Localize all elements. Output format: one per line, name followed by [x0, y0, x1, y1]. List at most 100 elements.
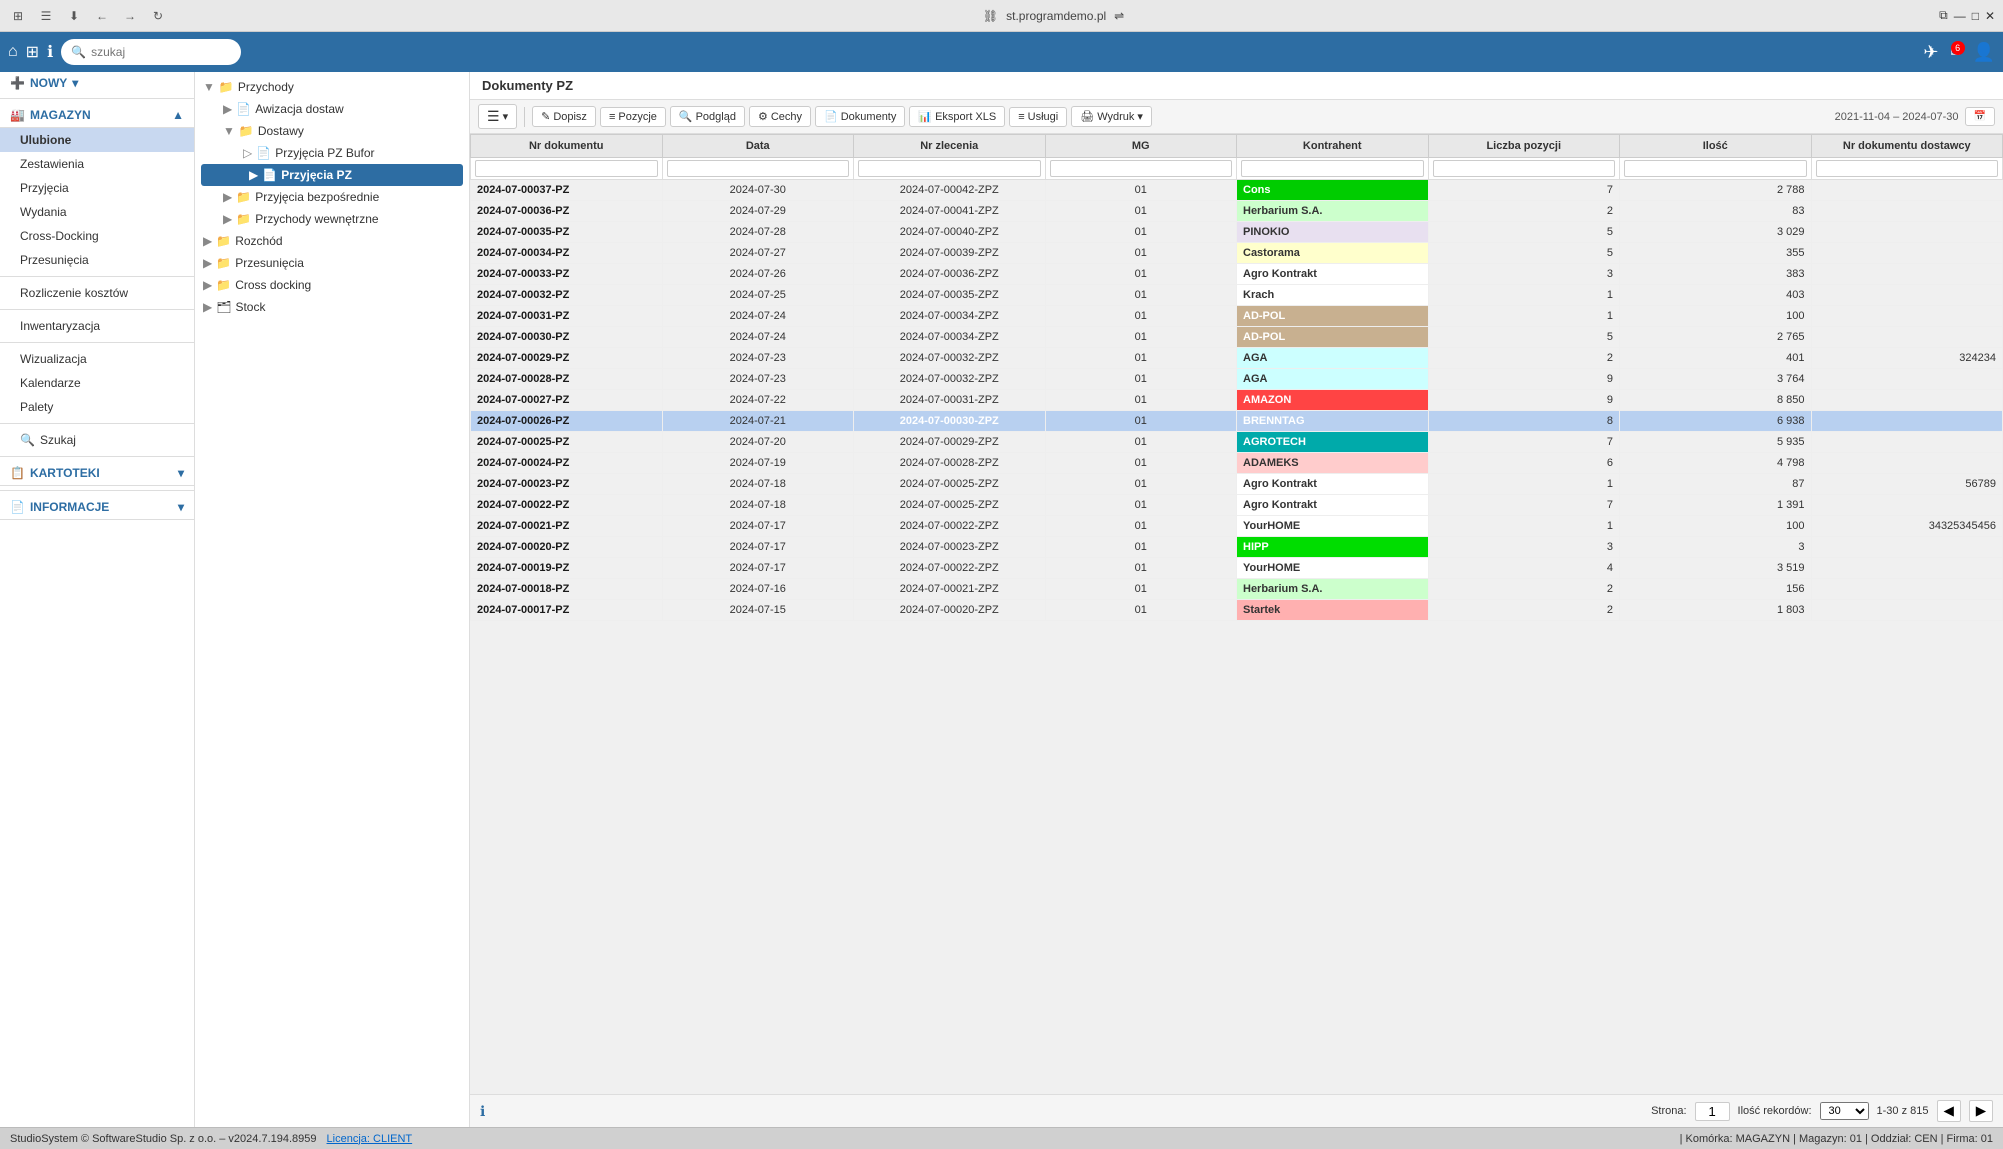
notification-icon[interactable]: ✉ 6 [1951, 45, 1961, 59]
page-number-input[interactable] [1695, 1102, 1730, 1121]
table-row[interactable]: 2024-07-00024-PZ 2024-07-19 2024-07-0002… [471, 453, 2003, 474]
sidebar-item-inwentaryzacja[interactable]: Inwentaryzacja [0, 314, 194, 338]
filter-nr-dokumentu[interactable] [471, 158, 663, 180]
prev-page-button[interactable]: ◀ [1937, 1100, 1961, 1122]
table-row[interactable]: 2024-07-00031-PZ 2024-07-24 2024-07-0003… [471, 306, 2003, 327]
filter-mg-input[interactable] [1050, 160, 1233, 177]
reload-icon[interactable]: ↻ [148, 6, 168, 26]
calendar-button[interactable]: 📅 [1965, 107, 1995, 126]
search-input[interactable] [91, 45, 231, 59]
plane-icon[interactable]: ✈ [1923, 42, 1938, 63]
sidebar-toggle-icon[interactable]: ☰ [36, 6, 56, 26]
filter-kontrahent[interactable] [1237, 158, 1429, 180]
filter-liczba[interactable] [1428, 158, 1620, 180]
sidebar-item-wizualizacja[interactable]: Wizualizacja [0, 347, 194, 371]
filter-mg[interactable] [1045, 158, 1237, 180]
table-row[interactable]: 2024-07-00019-PZ 2024-07-17 2024-07-0002… [471, 558, 2003, 579]
tree-pz-bufor[interactable]: ▷ 📄 Przyjęcia PZ Bufor [195, 142, 469, 164]
filter-liczba-input[interactable] [1433, 160, 1616, 177]
dopisz-button[interactable]: ✎ Dopisz [532, 106, 596, 127]
minimize-icon[interactable]: — [1954, 9, 1966, 23]
kartoteki-header[interactable]: 📋 KARTOTEKI ▾ [0, 461, 194, 486]
table-row[interactable]: 2024-07-00033-PZ 2024-07-26 2024-07-0003… [471, 264, 2003, 285]
table-row[interactable]: 2024-07-00022-PZ 2024-07-18 2024-07-0002… [471, 495, 2003, 516]
table-row[interactable]: 2024-07-00032-PZ 2024-07-25 2024-07-0003… [471, 285, 2003, 306]
maximize-icon[interactable]: □ [1972, 9, 1979, 23]
table-row[interactable]: 2024-07-00034-PZ 2024-07-27 2024-07-0003… [471, 243, 2003, 264]
table-row[interactable]: 2024-07-00023-PZ 2024-07-18 2024-07-0002… [471, 474, 2003, 495]
table-row[interactable]: 2024-07-00025-PZ 2024-07-20 2024-07-0002… [471, 432, 2003, 453]
filter-kontrahent-input[interactable] [1241, 160, 1424, 177]
menu-button[interactable]: ☰ ▾ [478, 104, 517, 129]
tree-stock[interactable]: ▶ 🗂 Stock [195, 296, 469, 318]
table-row[interactable]: 2024-07-00029-PZ 2024-07-23 2024-07-0003… [471, 348, 2003, 369]
close-icon[interactable]: ✕ [1985, 9, 1995, 23]
cell-kontrahent: ADAMEKS [1237, 453, 1429, 474]
table-row[interactable]: 2024-07-00018-PZ 2024-07-16 2024-07-0002… [471, 579, 2003, 600]
uslugi-button[interactable]: ≡ Usługi [1009, 107, 1067, 127]
sidebar-item-kalendarze[interactable]: Kalendarze [0, 371, 194, 395]
tree-przychody[interactable]: ▼ 📁 Przychody [195, 76, 469, 98]
informacje-header[interactable]: 📄 INFORMACJE ▾ [0, 495, 194, 520]
restore-icon[interactable]: ⧉ [1939, 8, 1948, 23]
tree-cross-docking[interactable]: ▶ 📁 Cross docking [195, 274, 469, 296]
tree-pz-selected[interactable]: ▶ 📄 Przyjęcia PZ [201, 164, 463, 186]
license-value[interactable]: CLIENT [373, 1133, 412, 1145]
tree-przesunecia2[interactable]: ▶ 📁 Przesunięcia [195, 252, 469, 274]
filter-nr-dokumentu-input[interactable] [475, 160, 658, 177]
sidebar-item-rozliczenie[interactable]: Rozliczenie kosztów [0, 281, 194, 305]
table-row[interactable]: 2024-07-00021-PZ 2024-07-17 2024-07-0002… [471, 516, 2003, 537]
sidebar-item-przyjecia[interactable]: Przyjęcia [0, 176, 194, 200]
tree-dostawy[interactable]: ▼ 📁 Dostawy [195, 120, 469, 142]
search-box[interactable]: 🔍 [61, 39, 241, 65]
apps-icon[interactable]: ⊞ [26, 42, 39, 62]
records-per-page-select[interactable]: 30 50 100 [1820, 1102, 1869, 1120]
filter-data[interactable] [662, 158, 854, 180]
tree-rozchod[interactable]: ▶ 📁 Rozchód [195, 230, 469, 252]
table-row[interactable]: 2024-07-00017-PZ 2024-07-15 2024-07-0002… [471, 600, 2003, 621]
filter-nr-zlecenia-input[interactable] [858, 160, 1041, 177]
tree-wewnetrzne[interactable]: ▶ 📁 Przychody wewnętrzne [195, 208, 469, 230]
tree-awizacja[interactable]: ▶ 📄 Awizacja dostaw [195, 98, 469, 120]
nowy-button[interactable]: ➕ NOWY ▾ [0, 72, 194, 94]
table-row[interactable]: 2024-07-00036-PZ 2024-07-29 2024-07-0004… [471, 201, 2003, 222]
grid-icon[interactable]: ⊞ [8, 6, 28, 26]
sidebar-item-zestawienia[interactable]: Zestawienia [0, 152, 194, 176]
table-row[interactable]: 2024-07-00020-PZ 2024-07-17 2024-07-0002… [471, 537, 2003, 558]
sidebar-item-cross-docking[interactable]: Cross-Docking [0, 224, 194, 248]
home-icon[interactable]: ⌂ [8, 43, 18, 61]
address-bar[interactable]: ⛓ st.programdemo.pl ⇌ [176, 9, 1931, 23]
forward-icon[interactable]: → [120, 6, 140, 26]
filter-data-input[interactable] [667, 160, 850, 177]
dokumenty-button[interactable]: 📄 Dokumenty [815, 106, 905, 127]
filter-ilosc-input[interactable] [1624, 160, 1807, 177]
filter-doc-dostawcy[interactable] [1811, 158, 2003, 180]
info-nav-icon[interactable]: ℹ [47, 42, 53, 62]
filter-nr-zlecenia[interactable] [854, 158, 1046, 180]
table-row[interactable]: 2024-07-00035-PZ 2024-07-28 2024-07-0004… [471, 222, 2003, 243]
filter-doc-dostawcy-input[interactable] [1816, 160, 1999, 177]
cell-data: 2024-07-17 [662, 558, 854, 579]
sidebar-item-wydania[interactable]: Wydania [0, 200, 194, 224]
eksport-button[interactable]: 📊 Eksport XLS [909, 106, 1005, 127]
filter-ilosc[interactable] [1620, 158, 1812, 180]
download-icon[interactable]: ⬇ [64, 6, 84, 26]
pozycje-button[interactable]: ≡ Pozycje [600, 107, 666, 127]
sidebar-item-palety[interactable]: Palety [0, 395, 194, 419]
podglad-button[interactable]: 🔍 Podgląd [670, 106, 745, 127]
table-row[interactable]: 2024-07-00026-PZ 2024-07-21 2024-07-0003… [471, 411, 2003, 432]
sidebar-item-ulubione[interactable]: Ulubione [0, 128, 194, 152]
cechy-button[interactable]: ⚙ Cechy [749, 106, 811, 127]
sidebar-item-szukaj[interactable]: 🔍 Szukaj [0, 428, 194, 452]
next-page-button[interactable]: ▶ [1969, 1100, 1993, 1122]
back-icon[interactable]: ← [92, 6, 112, 26]
magazyn-header[interactable]: 🏭 MAGAZYN ▲ [0, 103, 194, 128]
user-icon[interactable]: 👤 [1973, 42, 1995, 63]
table-row[interactable]: 2024-07-00027-PZ 2024-07-22 2024-07-0003… [471, 390, 2003, 411]
tree-bezposrednie[interactable]: ▶ 📁 Przyjęcia bezpośrednie [195, 186, 469, 208]
table-row[interactable]: 2024-07-00030-PZ 2024-07-24 2024-07-0003… [471, 327, 2003, 348]
wydruk-button[interactable]: 🖨 Wydruk ▾ [1071, 106, 1152, 127]
table-row[interactable]: 2024-07-00028-PZ 2024-07-23 2024-07-0003… [471, 369, 2003, 390]
table-row[interactable]: 2024-07-00037-PZ 2024-07-30 2024-07-0004… [471, 180, 2003, 201]
sidebar-item-przesunecia[interactable]: Przesunięcia [0, 248, 194, 272]
